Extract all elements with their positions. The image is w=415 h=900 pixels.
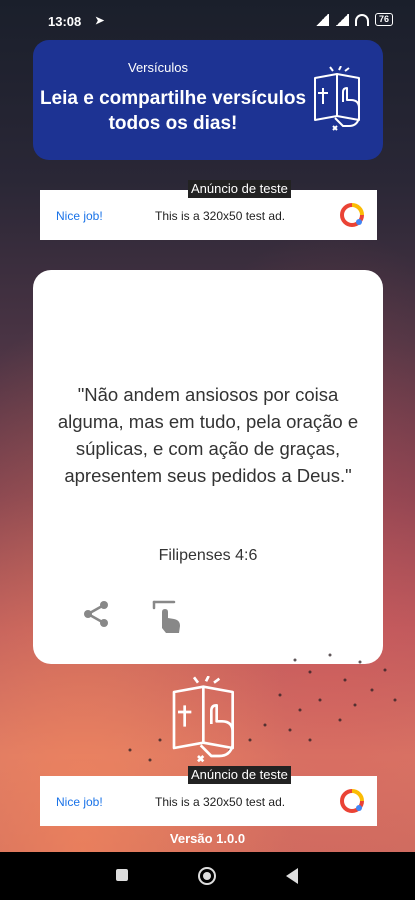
wifi-icon [354, 13, 369, 26]
header-title: Leia e compartilhe versículos todos os d… [39, 88, 307, 134]
header-card: Versículos Leia e compartilhe versículos… [33, 40, 383, 160]
verse-text: "Não andem ansiosos por coisa alguma, ma… [57, 384, 359, 486]
recents-button[interactable] [116, 869, 128, 881]
ad-label: Anúncio de teste [188, 766, 291, 784]
header-subtitle: Versículos [128, 60, 188, 75]
status-time: 13:08 [48, 14, 82, 29]
ad-text: This is a 320x50 test ad. [155, 795, 286, 809]
bible-illustration-icon [172, 676, 234, 763]
ad-text: This is a 320x50 test ad. [155, 209, 286, 223]
status-bar: 13:08 ➤ 76 [0, 0, 415, 40]
system-nav-bar [0, 852, 415, 900]
version-label: Versão 1.0.0 [169, 831, 246, 846]
ad-nice-text: Nice job! [56, 209, 103, 223]
verse-reference: Filipenses 4:6 [158, 547, 258, 564]
share-icon[interactable] [80, 598, 112, 630]
back-button[interactable] [286, 868, 298, 884]
ad-banner-bottom[interactable]: Anúncio de teste Nice job! This is a 320… [40, 766, 377, 826]
verse-card: "Não andem ansiosos por coisa alguma, ma… [33, 270, 383, 664]
status-icons: 76 [314, 13, 393, 26]
ad-logo-icon [340, 203, 364, 227]
ad-logo-icon [340, 789, 364, 813]
signal-icon-2 [334, 13, 349, 26]
signal-icon [314, 13, 329, 26]
touch-icon[interactable] [150, 598, 184, 634]
battery-icon: 76 [374, 13, 393, 26]
notification-icon: ➤ [95, 15, 105, 27]
bible-icon [314, 66, 360, 131]
ad-banner-top[interactable]: Anúncio de teste Nice job! This is a 320… [40, 180, 377, 240]
home-button[interactable] [198, 867, 216, 885]
ad-label: Anúncio de teste [188, 180, 291, 198]
ad-nice-text: Nice job! [56, 795, 103, 809]
